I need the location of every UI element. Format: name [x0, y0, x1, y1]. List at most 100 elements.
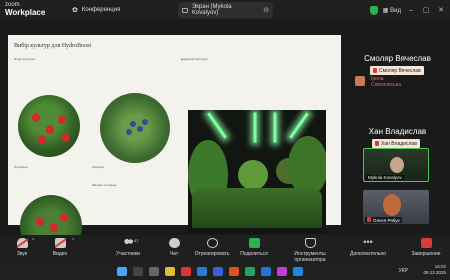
language-indicator[interactable]: УКР — [399, 268, 408, 274]
close-icon[interactable]: ⊖ — [263, 6, 269, 14]
minimize-icon[interactable]: – — [406, 7, 416, 14]
audio-label: Звук — [16, 251, 28, 257]
tab-conference-label: Конференция — [81, 7, 121, 13]
edge-icon[interactable] — [197, 267, 207, 276]
host-tools-label: Инструменты организатора — [294, 251, 326, 263]
app-icon[interactable] — [261, 267, 271, 276]
caption-strawberry: Полуниця — [14, 165, 28, 169]
caption-raspberry: Малина та ожина — [92, 183, 117, 187]
participants-icon — [122, 238, 134, 248]
app-icon[interactable] — [229, 267, 239, 276]
participant-name-2: Хан Владислав — [368, 127, 427, 136]
video-button[interactable]: Видео — [38, 238, 82, 257]
participant-chip-1-label: Смоляр Вячеслав — [379, 67, 421, 74]
mic-muted-icon — [375, 141, 379, 146]
berry — [130, 121, 136, 127]
end-button[interactable]: Завершение — [404, 238, 448, 257]
react-label: Отреагировать — [194, 251, 230, 257]
strawberry-photo — [18, 95, 80, 157]
security-shield-icon[interactable] — [369, 5, 378, 15]
participants-count: 47 — [134, 238, 139, 243]
berry — [32, 113, 40, 122]
plant-bed — [192, 188, 322, 228]
mic-muted-icon — [373, 68, 377, 73]
participant-chip-2[interactable]: Ірина Соколовська — [366, 76, 401, 88]
screen-share-icon — [182, 7, 188, 13]
grow-lamp — [253, 112, 257, 143]
share-label: Поделиться — [240, 251, 268, 257]
participant-name-1: Смоляр Вячеслав — [364, 54, 431, 63]
more-button[interactable]: ••• Дополнительно — [346, 237, 390, 258]
berry — [142, 119, 148, 125]
berry — [46, 125, 54, 134]
app-icon[interactable] — [245, 267, 255, 276]
system-clock[interactable]: 16:02 09.12.2025 — [423, 264, 446, 276]
grow-lamp — [207, 112, 227, 139]
berry — [126, 129, 132, 135]
participants-button[interactable]: 47 Участники — [106, 238, 150, 257]
caption-blueberry: Чорниця — [92, 165, 105, 169]
more-icon: ••• — [363, 237, 373, 247]
zoom-logo: zoom Workplace — [5, 2, 45, 18]
berry — [38, 135, 46, 144]
plant — [238, 160, 268, 190]
video-label: Видео — [52, 251, 68, 257]
chat-label: Чат — [169, 251, 179, 257]
end-icon — [420, 238, 432, 248]
logo-bottom-text: Workplace — [5, 8, 46, 17]
maximize-icon[interactable]: ▢ — [421, 6, 431, 14]
chevron-up-icon[interactable]: ^ — [72, 238, 74, 244]
face — [383, 194, 401, 216]
slide-left-subtitle: Ягідні культури — [14, 57, 35, 61]
view-button[interactable]: ▦ Вид — [383, 7, 401, 14]
host-tools-button[interactable]: Инструменты организатора — [280, 238, 340, 263]
app-icon[interactable] — [277, 267, 287, 276]
more-label: Дополнительно — [350, 251, 386, 257]
blueberry-photo — [100, 93, 170, 163]
end-label: Завершение — [411, 251, 441, 257]
slide-right-subtitle: Додаткові культури — [181, 57, 208, 61]
participant-chip-3[interactable]: Хан Владислав — [372, 139, 420, 148]
app-icon[interactable] — [181, 267, 191, 276]
face — [390, 157, 404, 173]
chevron-up-icon[interactable]: ^ — [32, 238, 34, 244]
view-label: Вид — [390, 7, 401, 14]
share-screen-icon — [248, 238, 260, 248]
grow-lamp — [273, 112, 277, 143]
participant-chip-1[interactable]: Смоляр Вячеслав — [370, 66, 424, 75]
video-off-icon — [54, 238, 66, 248]
berry — [60, 213, 68, 222]
meeting-toolbar: Звук ^ Видео ^ 47 Участники Чат Отреагир… — [0, 235, 450, 263]
file-explorer-icon[interactable] — [165, 267, 175, 276]
tab-screen-share[interactable]: Экран (Mykola Kovalyov) ⊖ — [178, 2, 273, 18]
react-button[interactable]: Отреагировать — [190, 238, 234, 257]
berry — [137, 126, 143, 132]
app-icon[interactable] — [293, 267, 303, 276]
host-shield-icon — [304, 238, 316, 248]
close-window-icon[interactable]: ✕ — [436, 6, 446, 14]
zoom-app-icon[interactable] — [213, 267, 223, 276]
clock-date: 09.12.2025 — [423, 270, 446, 275]
share-button[interactable]: Поделиться — [232, 238, 276, 257]
tab-screen-label: Экран (Mykola Kovalyov) — [191, 4, 232, 16]
video-2-label-box: Олеся Рябух — [365, 217, 402, 223]
windows-taskbar: УКР 16:02 09.12.2025 — [0, 263, 450, 280]
berry — [58, 115, 66, 124]
gear-icon: ✿ — [72, 7, 78, 14]
plant — [288, 136, 326, 196]
grow-room-photo — [188, 110, 326, 234]
tab-conference[interactable]: ✿ Конференция — [68, 2, 176, 18]
berry — [50, 223, 58, 232]
windows-start-icon[interactable] — [117, 267, 127, 276]
shared-screen[interactable]: Вибір культур для HydroBoost Ягідні куль… — [8, 35, 341, 257]
search-icon[interactable] — [133, 267, 143, 276]
participant-video-2[interactable]: Олеся Рябух — [363, 190, 429, 224]
grow-lamp — [289, 112, 309, 139]
task-view-icon[interactable] — [149, 267, 159, 276]
video-1-label: Mykola Kovalyov — [366, 175, 404, 180]
video-2-label: Олеся Рябух — [373, 218, 400, 223]
participant-video-1[interactable]: Mykola Kovalyov — [363, 148, 429, 182]
participant-chip-2-label: Ірина Соколовська — [371, 75, 401, 88]
avatar — [355, 76, 365, 86]
window-controls: ▦ Вид – ▢ ✕ — [369, 0, 450, 20]
